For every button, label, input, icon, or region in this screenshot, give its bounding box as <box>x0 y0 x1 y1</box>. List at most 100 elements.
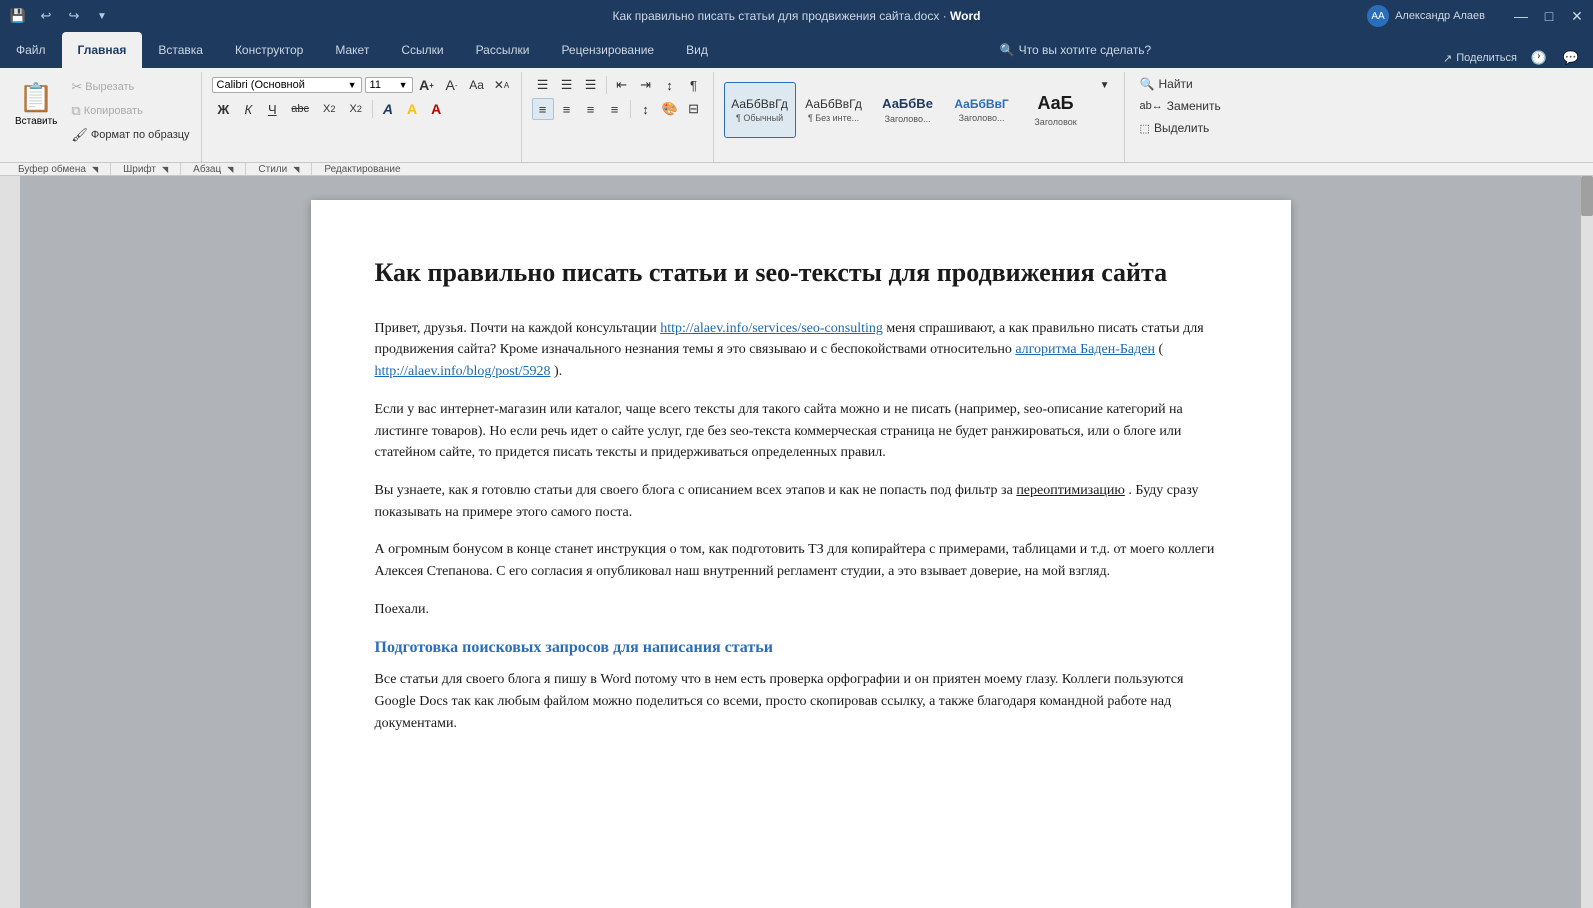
font-name-selector[interactable]: Calibri (Основной ▼ <box>212 77 362 93</box>
document-title: Как правильно писать статьи и seo-тексты… <box>375 256 1227 290</box>
font-expand-icon: ◥ <box>162 165 168 174</box>
clipboard-expand-icon: ◥ <box>92 165 98 174</box>
scrollbar-thumb[interactable] <box>1581 176 1593 216</box>
tab-insert[interactable]: Вставка <box>142 32 219 68</box>
tab-home[interactable]: Главная <box>62 32 143 68</box>
paste-icon: 📋 <box>19 81 54 114</box>
text-effects-button[interactable]: A <box>377 98 399 120</box>
ribbon-labels-row: Буфер обмена ◥ Шрифт ◥ Абзац ◥ Стили ◥ Р… <box>0 162 1593 175</box>
clipboard-group-label[interactable]: Буфер обмена ◥ <box>6 163 111 175</box>
document-body: Привет, друзья. Почти на каждой консульт… <box>375 318 1227 734</box>
style-no-spacing[interactable]: АаБбВвГд ¶ Без инте... <box>798 82 870 138</box>
sort-button[interactable]: ↕ <box>659 74 681 96</box>
shrink-font-button[interactable]: A- <box>441 74 463 96</box>
customize-qat-btn[interactable]: ▼ <box>92 6 112 26</box>
highlight-button[interactable]: A <box>401 98 423 120</box>
link-overoptimization[interactable]: переоптимизацию <box>1016 483 1125 498</box>
paragraph-3: Вы узнаете, как я готовлю статьи для сво… <box>375 480 1227 523</box>
find-button[interactable]: 🔍 Найти <box>1135 74 1226 94</box>
styles-expand-icon: ◥ <box>293 165 299 174</box>
replace-button[interactable]: ab↔ Заменить <box>1135 96 1226 116</box>
subscript-button[interactable]: X2 <box>317 98 341 120</box>
show-formatting-button[interactable]: ¶ <box>683 74 705 96</box>
align-right-button[interactable]: ≡ <box>580 98 602 120</box>
title-bar: 💾 ↩ ↪ ▼ Как правильно писать статьи для … <box>0 0 1593 32</box>
link-baden-baden[interactable]: алгоритма Баден-Баден <box>1015 342 1155 357</box>
select-button[interactable]: ⬚ Выделить <box>1135 118 1226 138</box>
redo-btn[interactable]: ↪ <box>64 6 84 26</box>
user-info: АА Александр Алаев <box>1367 5 1485 27</box>
paragraph-4: А огромным бонусом в конце станет инстру… <box>375 539 1227 582</box>
scrollbar[interactable] <box>1581 176 1593 908</box>
left-sidebar <box>0 176 20 908</box>
border-button[interactable]: ⊟ <box>683 98 705 120</box>
ribbon: 📋 Вставить ✂ Вырезать ⧉ Копировать 🖌 Фор… <box>0 68 1593 176</box>
justify-button[interactable]: ≡ <box>604 98 626 120</box>
tab-search[interactable]: 🔍 Что вы хотите сделать? <box>984 32 1172 68</box>
ribbon-tabs-bar: Файл Главная Вставка Конструктор Макет С… <box>0 32 1593 68</box>
title-bar-right: АА Александр Алаев — □ ✕ <box>1367 5 1585 27</box>
style-heading2[interactable]: АаБбВвГ Заголово... <box>946 82 1018 138</box>
paragraph-group-label[interactable]: Абзац ◥ <box>181 163 246 175</box>
document-area: Как правильно писать статьи и seo-тексты… <box>20 176 1581 908</box>
font-color-button[interactable]: A <box>425 98 447 120</box>
tab-layout[interactable]: Макет <box>319 32 385 68</box>
document-page[interactable]: Как правильно писать статьи и seo-тексты… <box>311 200 1291 908</box>
bullets-button[interactable]: ☰ <box>532 74 554 96</box>
copy-button[interactable]: ⧉ Копировать <box>66 100 194 122</box>
tab-references[interactable]: Ссылки <box>385 32 459 68</box>
main-area: Как правильно писать статьи и seo-тексты… <box>0 176 1593 908</box>
select-icon: ⬚ <box>1140 122 1150 135</box>
cut-button[interactable]: ✂ Вырезать <box>66 76 194 98</box>
align-left-button[interactable]: ≡ <box>532 98 554 120</box>
underline-button[interactable]: Ч <box>261 98 283 120</box>
styles-group-label[interactable]: Стили ◥ <box>246 163 312 175</box>
styles-expand-button[interactable]: ▼ <box>1094 76 1116 94</box>
tab-review[interactable]: Рецензирование <box>545 32 670 68</box>
italic-button[interactable]: К <box>237 98 259 120</box>
format-painter-button[interactable]: 🖌 Формат по образцу <box>66 124 194 146</box>
undo-btn[interactable]: ↩ <box>36 6 56 26</box>
line-spacing-button[interactable]: ↕ <box>635 98 657 120</box>
paragraph-last: Все статьи для своего блога я пишу в Wor… <box>375 669 1227 734</box>
tab-view[interactable]: Вид <box>670 32 724 68</box>
scissors-icon: ✂ <box>71 79 82 95</box>
window-title: Как правильно писать статьи для продвиже… <box>613 9 981 23</box>
close-button[interactable]: ✕ <box>1569 8 1585 24</box>
shading-button[interactable]: 🎨 <box>659 98 681 120</box>
paragraph-5: Поехали. <box>375 599 1227 621</box>
clear-format-button[interactable]: ✕A <box>491 74 513 96</box>
grow-font-button[interactable]: A+ <box>416 74 438 96</box>
find-icon: 🔍 <box>1140 77 1155 91</box>
style-normal[interactable]: АаБбВвГд ¶ Обычный <box>724 82 796 138</box>
style-heading1[interactable]: АаБбВе Заголово... <box>872 82 944 138</box>
increase-indent-button[interactable]: ⇥ <box>635 74 657 96</box>
style-heading3[interactable]: АаБ Заголовок <box>1020 82 1092 138</box>
history-btn[interactable]: 🕐 <box>1529 48 1549 68</box>
change-case-button[interactable]: Aa <box>466 74 488 96</box>
font-group-label[interactable]: Шрифт ◥ <box>111 163 181 175</box>
multilevel-list-button[interactable]: ☰ <box>580 74 602 96</box>
paste-button[interactable]: 📋 Вставить <box>8 72 64 136</box>
numbering-button[interactable]: ☰ <box>556 74 578 96</box>
superscript-button[interactable]: X2 <box>343 98 367 120</box>
bold-button[interactable]: Ж <box>212 98 236 120</box>
user-avatar: АА <box>1367 5 1389 27</box>
comment-btn[interactable]: 💬 <box>1561 48 1581 68</box>
tab-file[interactable]: Файл <box>0 32 62 68</box>
brush-icon: 🖌 <box>71 127 88 143</box>
font-size-selector[interactable]: 11 ▼ <box>365 77 413 93</box>
save-quick-btn[interactable]: 💾 <box>8 6 28 26</box>
paragraph-expand-icon: ◥ <box>227 165 233 174</box>
tab-mailings[interactable]: Рассылки <box>460 32 546 68</box>
decrease-indent-button[interactable]: ⇤ <box>611 74 633 96</box>
link-seo-consulting[interactable]: http://alaev.info/services/seo-consultin… <box>660 321 883 336</box>
share-button[interactable]: ↗Поделиться <box>1443 52 1517 65</box>
editing-group-label: Редактирование <box>312 163 412 175</box>
link-blog-post[interactable]: http://alaev.info/blog/post/5928 <box>375 364 551 379</box>
minimize-button[interactable]: — <box>1513 8 1529 24</box>
maximize-button[interactable]: □ <box>1541 8 1557 24</box>
tab-design[interactable]: Конструктор <box>219 32 319 68</box>
strikethrough-button[interactable]: abc <box>285 98 315 120</box>
align-center-button[interactable]: ≡ <box>556 98 578 120</box>
